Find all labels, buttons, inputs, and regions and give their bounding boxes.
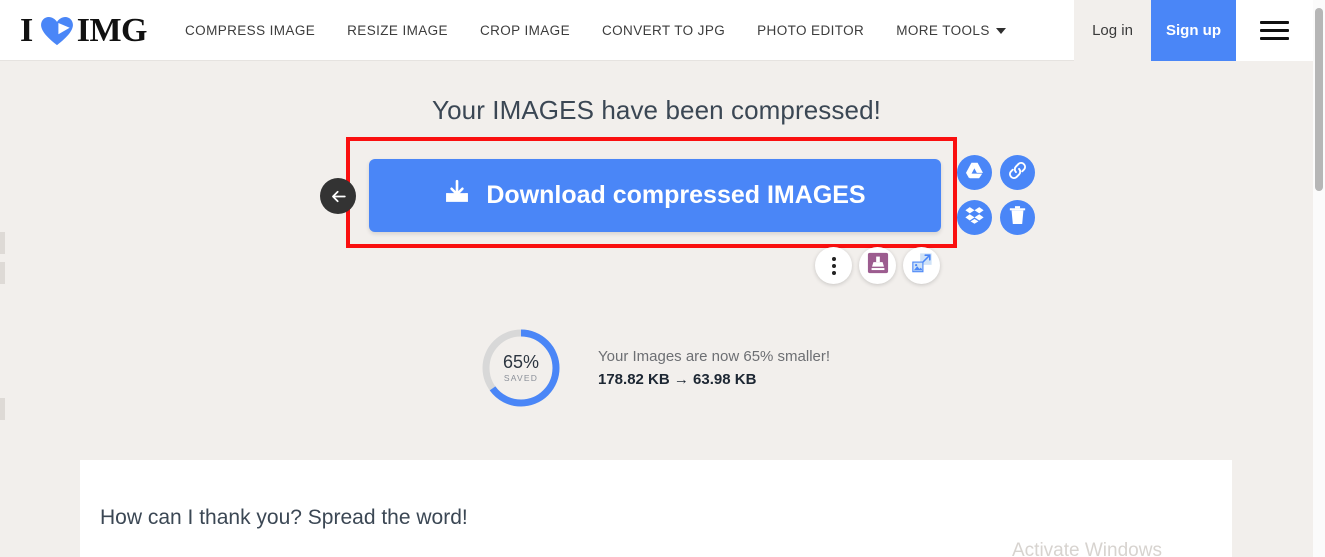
chevron-down-icon	[995, 27, 1006, 34]
dropbox-icon	[965, 206, 984, 229]
site-logo[interactable]: I IMG	[20, 0, 148, 61]
download-button-label: Download compressed IMAGES	[486, 181, 866, 209]
nav-crop-image[interactable]: CROP IMAGE	[480, 23, 570, 38]
hamburger-menu-icon[interactable]	[1236, 0, 1313, 61]
vertical-dots-icon	[831, 256, 836, 275]
savings-sizes: 178.82 KB → 63.98 KB	[598, 371, 757, 388]
nav-resize-image[interactable]: RESIZE IMAGE	[347, 23, 448, 38]
logo-text-right: IMG	[76, 11, 148, 49]
arrow-left-icon[interactable]	[320, 178, 356, 214]
nav-compress-image[interactable]: COMPRESS IMAGE	[185, 23, 315, 38]
signup-button[interactable]: Sign up	[1151, 0, 1236, 61]
main-navigation: COMPRESS IMAGE RESIZE IMAGE CROP IMAGE C…	[185, 0, 1074, 61]
save-to-dropbox-button[interactable]	[957, 200, 992, 235]
savings-donut-chart: 65% SAVED	[478, 325, 564, 411]
savings-message: Your Images are now 65% smaller!	[598, 348, 831, 365]
download-compressed-images-button[interactable]: Download compressed IMAGES	[369, 159, 941, 232]
savings-percent: 65%	[502, 352, 540, 373]
left-edge-handle	[0, 262, 5, 284]
left-edge-handle	[0, 232, 5, 254]
heart-icon	[39, 16, 75, 46]
hamburger-bar	[1260, 37, 1289, 40]
savings-text-block: Your Images are now 65% smaller! 178.82 …	[598, 348, 830, 388]
nav-photo-editor[interactable]: PHOTO EDITOR	[757, 23, 864, 38]
dot	[831, 256, 836, 261]
nav-convert-to-jpg[interactable]: CONVERT TO JPG	[602, 23, 725, 38]
save-to-google-drive-button[interactable]	[957, 155, 992, 190]
logo-text-left: I	[20, 11, 33, 49]
hamburger-bar	[1260, 29, 1289, 32]
link-icon	[1008, 161, 1027, 185]
page-scrollbar-thumb[interactable]	[1315, 8, 1323, 191]
dot	[831, 263, 836, 268]
resize-image-icon	[911, 252, 933, 279]
savings-summary: 65% SAVED Your Images are now 65% smalle…	[478, 325, 830, 411]
donut-center-label: 65% SAVED	[478, 325, 564, 411]
more-options-button[interactable]	[815, 247, 852, 284]
dot	[831, 270, 836, 275]
left-edge-handle	[0, 398, 5, 420]
hamburger-bar	[1260, 21, 1289, 24]
site-header: I IMG COMPRESS IMAGE RESIZE IMAGE CROP I…	[0, 0, 1313, 61]
resize-image-button[interactable]	[903, 247, 940, 284]
nav-more-tools-label: MORE TOOLS	[896, 23, 990, 38]
login-button[interactable]: Log in	[1074, 0, 1151, 61]
share-card-title: How can I thank you? Spread the word!	[100, 506, 468, 529]
watermark-image-button[interactable]	[859, 247, 896, 284]
watermark-stamp-icon	[867, 252, 889, 279]
delete-button[interactable]	[1000, 200, 1035, 235]
copy-link-button[interactable]	[1000, 155, 1035, 190]
page-title: Your IMAGES have been compressed!	[432, 95, 881, 125]
auth-actions: Log in Sign up	[1074, 0, 1313, 61]
page-scrollbar-track[interactable]	[1313, 0, 1325, 557]
download-icon	[444, 179, 470, 212]
page-root: I IMG COMPRESS IMAGE RESIZE IMAGE CROP I…	[0, 0, 1325, 557]
trash-icon	[1009, 205, 1026, 230]
nav-more-tools[interactable]: MORE TOOLS	[896, 23, 1006, 38]
google-drive-icon	[965, 162, 984, 184]
savings-saved-label: SAVED	[503, 373, 539, 384]
activate-windows-watermark: Activate Windows	[1012, 540, 1162, 557]
